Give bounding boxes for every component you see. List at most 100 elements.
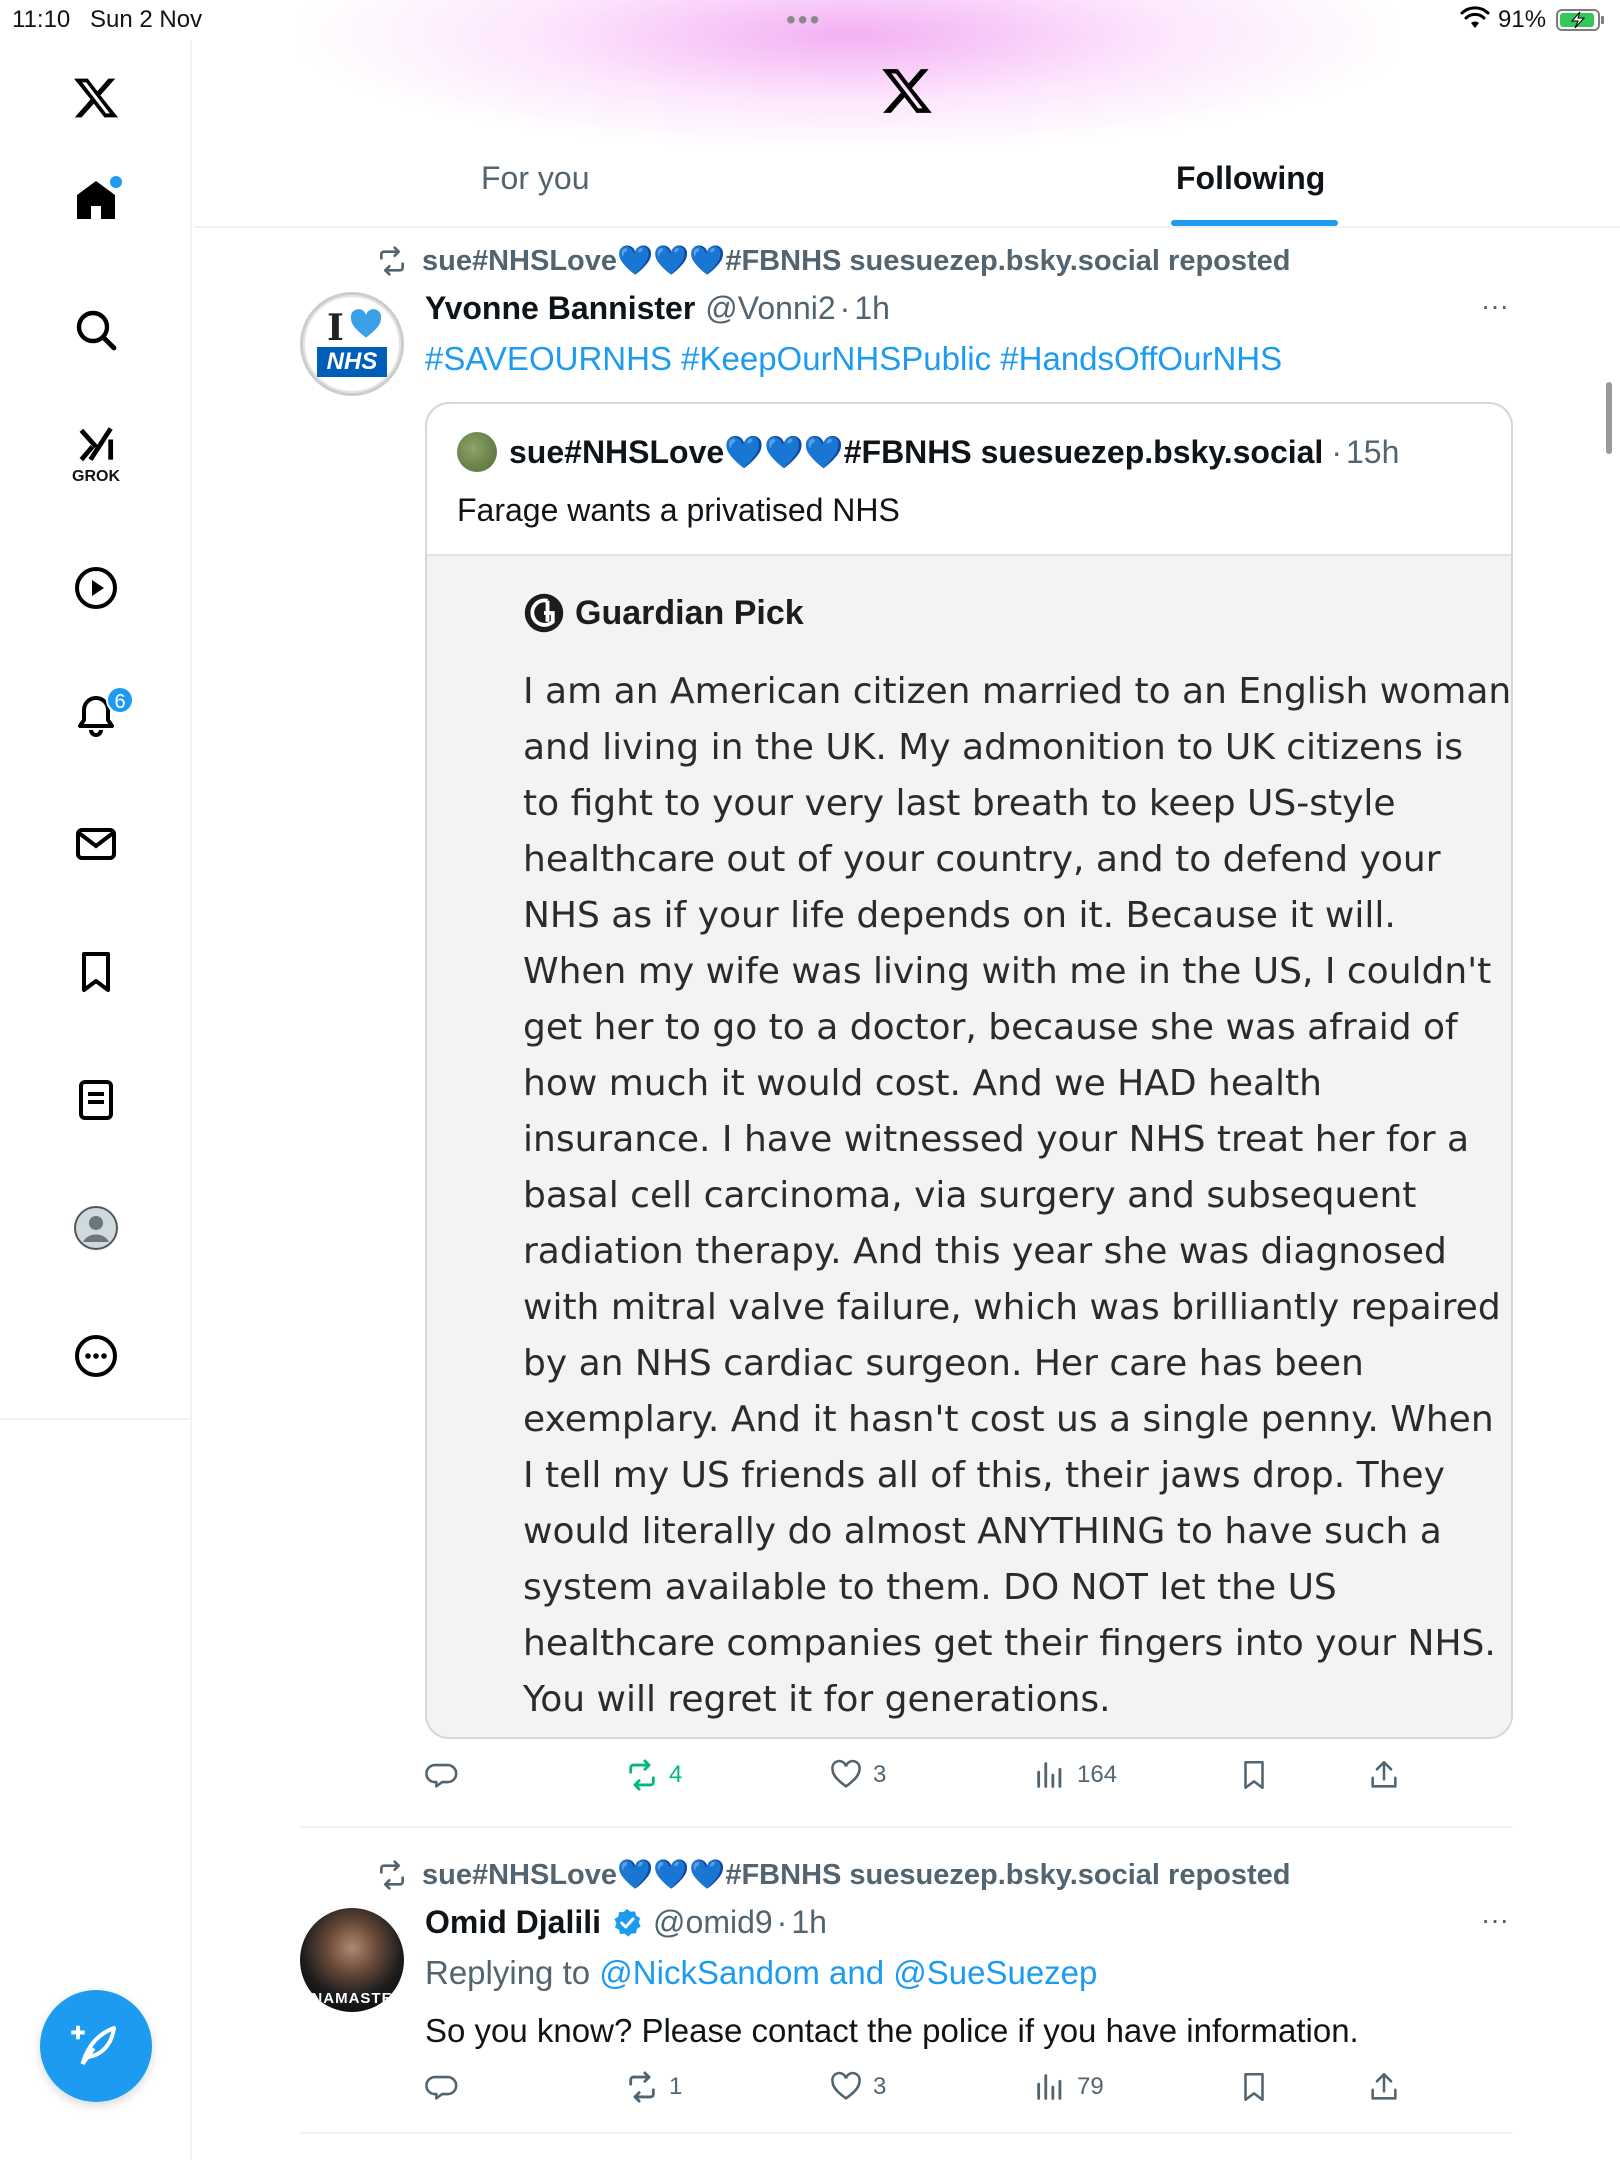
reply-button[interactable] (425, 1758, 469, 1792)
view-count: 79 (1077, 2073, 1104, 2100)
repost-icon (380, 1860, 404, 1890)
comment-line: system available to them. DO NOT let the… (523, 1567, 1337, 1608)
like-button[interactable]: 3 (829, 2070, 886, 2104)
replying-to-prefix: Replying to (425, 1954, 591, 1991)
status-date: Sun 2 Nov (90, 6, 203, 33)
notifications-badge: 6 (106, 686, 134, 714)
replying-to-mentions[interactable]: @NickSandom and @SueSuezep (599, 1954, 1097, 1991)
quote-author[interactable]: sue#NHSLove💙💙💙#FBNHS suesuezep.bsky.soci… (509, 433, 1323, 471)
view-count: 164 (1077, 1761, 1118, 1788)
video-icon[interactable] (66, 558, 126, 618)
bookmark-icon (1244, 1760, 1264, 1790)
x-logo-icon[interactable] (66, 68, 126, 128)
comment-line: insurance. I have witnessed your NHS tre… (523, 1119, 1470, 1160)
views-button[interactable]: 164 (1033, 1758, 1117, 1792)
battery-percentage: 91% (1498, 6, 1547, 33)
profile-icon[interactable] (66, 1198, 126, 1258)
bookmark-button[interactable] (1237, 1758, 1281, 1792)
notifications-icon[interactable]: 6 (66, 686, 134, 746)
nhs-logo: NHS (317, 347, 387, 377)
repost-button[interactable]: 1 (625, 2070, 682, 2104)
heart-icon (350, 309, 382, 338)
repost-icon (629, 2071, 655, 2103)
post-more-icon[interactable]: ··· (1475, 1904, 1515, 1944)
post-hashtags[interactable]: #SAVEOURNHS #KeepOurNHSPublic #HandsOffO… (425, 340, 1282, 378)
repost-by-text: sue#NHSLove💙💙💙#FBNHS suesuezep.bsky.soci… (422, 245, 1291, 277)
comment-line: I am an American citizen married to an E… (523, 671, 1512, 712)
comment-line: radiation therapy. And this year she was… (523, 1231, 1447, 1272)
bookmark-icon (1244, 2072, 1264, 2102)
tab-for-you[interactable]: For you (481, 160, 589, 197)
comment-line: When my wife was living with me in the U… (523, 951, 1492, 992)
like-count: 3 (873, 1761, 887, 1788)
repost-by-text: sue#NHSLove💙💙💙#FBNHS suesuezep.bsky.soci… (422, 1859, 1291, 1891)
comment-line: exemplary. And it hasn't cost us a singl… (523, 1399, 1494, 1440)
verified-badge-icon (614, 1908, 641, 1937)
comment-line: how much it would cost. And we HAD healt… (523, 1063, 1322, 1104)
comment-line: by an NHS cardiac surgeon. Her care has … (523, 1343, 1364, 1384)
repost-button[interactable]: 4 (625, 1758, 682, 1792)
comment-line: I tell my US friends all of this, their … (523, 1455, 1445, 1496)
repost-context: sue#NHSLove💙💙💙#FBNHS suesuezep.bsky.soci… (376, 1858, 1291, 1892)
home-unread-dot (110, 176, 122, 188)
comment-line: healthcare companies get their fingers i… (523, 1623, 1496, 1664)
replying-to-line: Replying to @NickSandom and @SueSuezep (425, 1954, 1097, 1992)
avatar[interactable]: NAMASTE (300, 1908, 404, 2012)
quoted-post[interactable]: sue#NHSLove💙💙💙#FBNHS suesuezep.bsky.soci… (425, 402, 1513, 1739)
repost-icon (380, 246, 404, 276)
reply-button[interactable] (425, 2070, 469, 2104)
share-button[interactable] (1367, 2070, 1411, 2104)
reply-icon (425, 1763, 458, 1788)
comment-line: would literally do almost ANYTHING to ha… (523, 1511, 1442, 1552)
lists-icon[interactable] (66, 1070, 126, 1130)
search-icon[interactable] (66, 300, 126, 360)
bookmark-button[interactable] (1237, 2070, 1281, 2104)
more-icon[interactable] (66, 1326, 126, 1386)
tab-following[interactable]: Following (1176, 160, 1325, 197)
post-time[interactable]: 1h (791, 1904, 827, 1941)
status-time: 11:10 (12, 6, 71, 33)
home-icon[interactable] (66, 170, 126, 230)
comment-line: You will regret it for generations. (523, 1679, 1111, 1720)
author-name[interactable]: Omid Djalili (425, 1904, 601, 1941)
comment-line: to fight to your very last breath to kee… (523, 783, 1396, 824)
avatar[interactable]: I NHS (300, 292, 404, 396)
x-logo-header-icon[interactable] (880, 64, 934, 118)
grok-icon[interactable]: GROK (66, 422, 126, 485)
post-divider (300, 1826, 1513, 1828)
repost-icon (629, 1759, 655, 1791)
battery-charging-icon (1556, 9, 1604, 31)
compose-post-button[interactable] (40, 1990, 152, 2102)
separator-dot: · (776, 1904, 788, 1940)
views-icon (1037, 2074, 1062, 2100)
like-count: 3 (873, 2073, 887, 2100)
sidebar-divider (0, 1418, 192, 1420)
active-tab-indicator (1171, 220, 1338, 226)
grok-label: GROK (72, 468, 120, 485)
post-divider (300, 2132, 1513, 2134)
comment-text: I am an American citizen married to an E… (523, 664, 1512, 1728)
views-button[interactable]: 79 (1033, 2070, 1104, 2104)
post-more-icon[interactable]: ··· (1475, 290, 1515, 330)
post-actions: 1 3 79 (425, 2070, 1513, 2114)
quote-separator-dot: · (1331, 433, 1342, 470)
sidebar: GROK 6 (0, 40, 192, 2160)
author-name[interactable]: Yvonne Bannister (425, 290, 695, 327)
separator-dot: · (839, 290, 851, 326)
quote-avatar[interactable] (457, 432, 497, 472)
post-time[interactable]: 1h (854, 290, 890, 327)
guardian-pick-label: Guardian Pick (575, 593, 804, 632)
multitasking-dots-icon[interactable]: ••• (786, 4, 821, 36)
comment-line: healthcare out of your country, and to d… (523, 839, 1441, 880)
share-button[interactable] (1367, 1758, 1411, 1792)
avatar-caption: NAMASTE (311, 1990, 393, 2007)
scrollbar[interactable] (1606, 382, 1612, 454)
messages-icon[interactable] (66, 814, 126, 874)
author-handle[interactable]: @Vonni2 (705, 290, 835, 327)
author-handle[interactable]: @omid9 (653, 1904, 773, 1941)
repost-count: 1 (669, 2073, 683, 2100)
comment-line: with mitral valve failure, which was bri… (523, 1287, 1501, 1328)
like-button[interactable]: 3 (829, 1758, 886, 1792)
bookmarks-icon[interactable] (66, 942, 126, 1002)
quote-image[interactable]: Guardian Pick I am an American citizen m… (427, 554, 1512, 1737)
